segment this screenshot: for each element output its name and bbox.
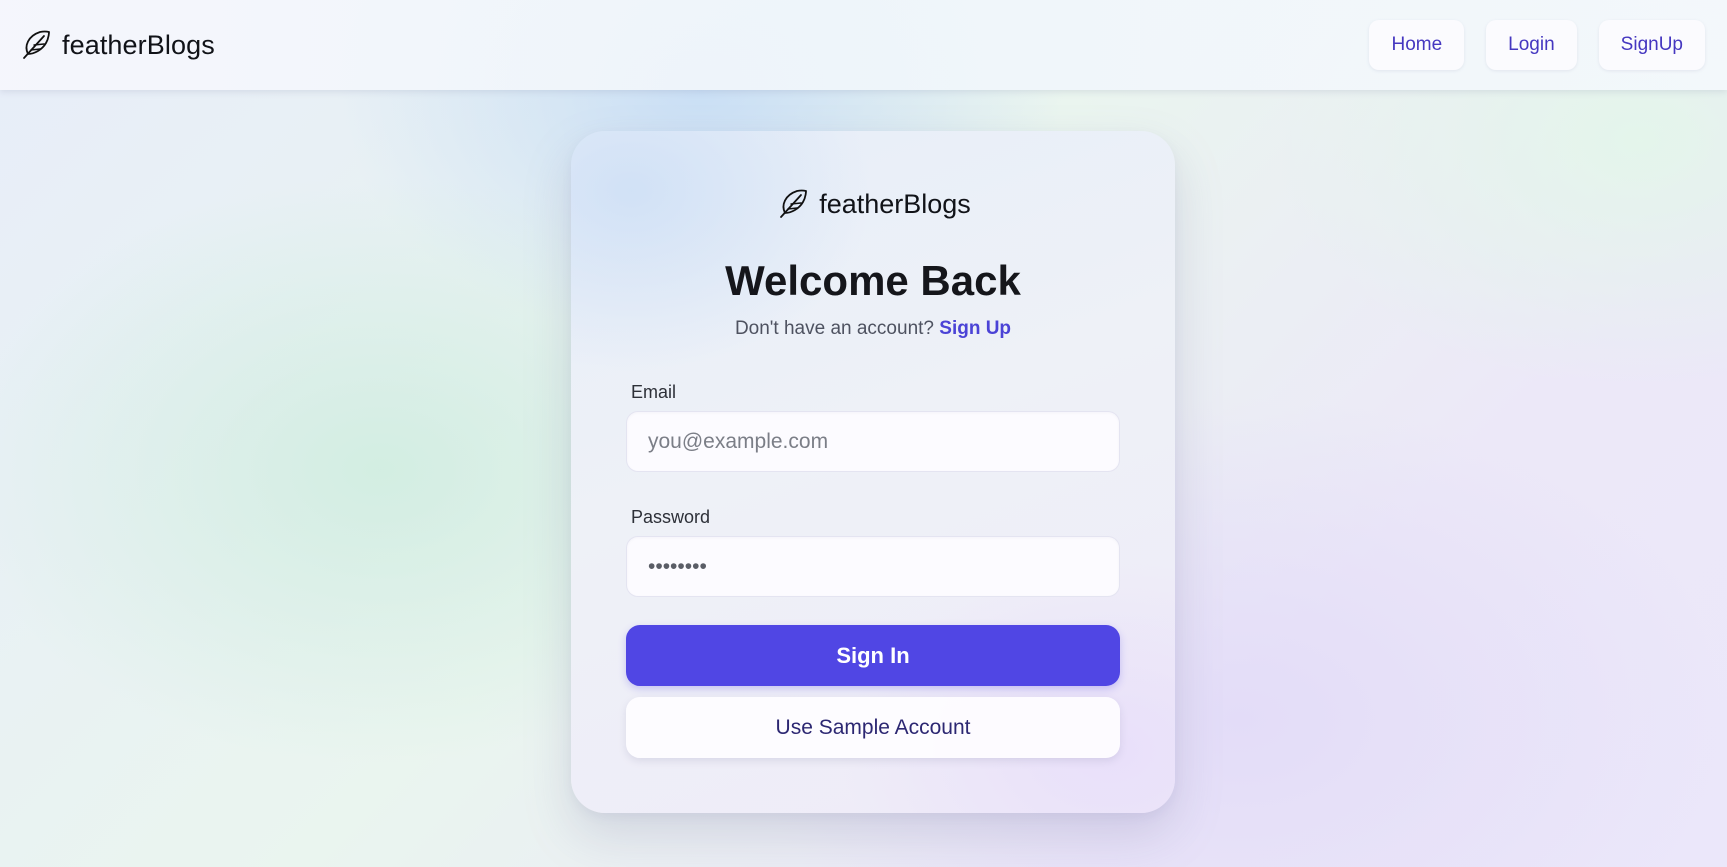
email-field-wrapper (626, 411, 1120, 472)
login-card: featherBlogs Welcome Back Don't have an … (571, 131, 1175, 813)
card-brand: featherBlogs (571, 187, 1175, 221)
nav-home-button[interactable]: Home (1369, 20, 1465, 70)
nav-login-button[interactable]: Login (1486, 20, 1577, 70)
feather-icon (780, 189, 808, 218)
email-field[interactable] (648, 429, 1098, 454)
signup-prompt: Don't have an account? Sign Up (571, 318, 1175, 340)
feather-icon (23, 30, 50, 59)
card-brand-name: featherBlogs (819, 188, 971, 219)
sign-in-button[interactable]: Sign In (626, 625, 1120, 686)
password-field-wrapper (626, 536, 1120, 597)
signup-link[interactable]: Sign Up (939, 318, 1011, 339)
email-label: Email (631, 382, 677, 402)
header-brand-name: featherBlogs (62, 29, 215, 60)
page-title: Welcome Back (725, 257, 1021, 304)
top-navbar: featherBlogs Home Login SignUp (0, 0, 1727, 90)
signup-prompt-text: Don't have an account? (734, 318, 934, 339)
nav-signup-button[interactable]: SignUp (1598, 20, 1705, 70)
password-label: Password (631, 507, 711, 527)
nav-links: Home Login SignUp (1369, 20, 1705, 70)
use-sample-account-button[interactable]: Use Sample Account (626, 697, 1120, 758)
header-brand[interactable]: featherBlogs (18, 28, 215, 62)
password-field[interactable] (648, 554, 1098, 579)
